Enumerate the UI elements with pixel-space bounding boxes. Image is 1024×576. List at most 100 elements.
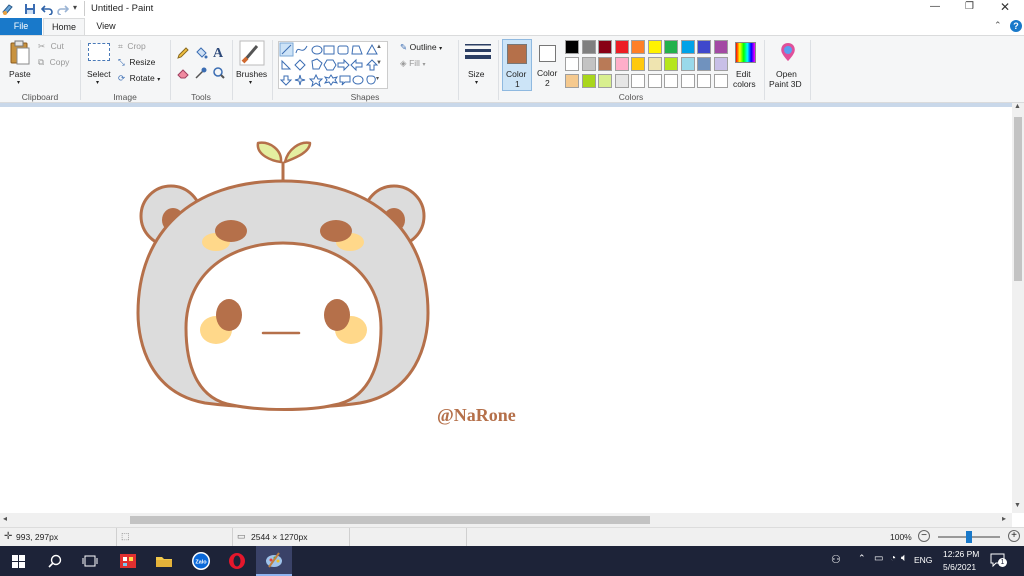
palette-swatch[interactable] [565,57,579,71]
palette-swatch[interactable] [697,57,711,71]
palette-swatch[interactable] [631,57,645,71]
taskbar-app-file-explorer[interactable] [146,546,182,576]
color2-button[interactable]: Color 2 [534,39,562,91]
rotate-button[interactable]: ⟳ Rotate ▾ [118,73,160,84]
taskbar-app-zalo[interactable]: Zalo [183,546,219,576]
fill-button[interactable]: ◈ Fill ▾ [400,58,425,69]
minimize-button[interactable]: — [930,1,940,12]
zoom-slider-thumb[interactable] [966,531,972,543]
palette-swatch[interactable] [697,40,711,54]
restore-button[interactable]: ❐ [965,1,974,12]
palette-swatch[interactable] [713,74,728,88]
network-icon[interactable]: ◔ [890,553,896,564]
palette-swatch[interactable] [581,57,596,71]
text-tool-icon[interactable]: A [212,45,226,59]
resize-button[interactable]: ⤡ Resize [118,57,155,68]
scroll-down-icon[interactable]: ▼ [1014,502,1021,509]
palette-swatch[interactable] [647,40,662,54]
drawing-canvas[interactable]: @NaRone [0,103,1012,513]
magnifier-icon[interactable] [212,66,226,80]
tab-view[interactable]: View [86,18,126,35]
crop-button[interactable]: ⌗ Crop [118,41,146,52]
horizontal-scrollbar[interactable]: ◂ ▸ [0,513,1012,527]
save-icon[interactable] [24,3,36,15]
outline-button[interactable]: ✎ Outline ▾ [400,42,442,53]
zoom-out-button[interactable]: − [918,530,930,542]
fill-bucket-icon[interactable] [194,46,208,60]
scroll-left-icon[interactable]: ◂ [3,514,7,523]
battery-icon[interactable]: ▭ [874,553,883,564]
taskbar-app-photos[interactable] [110,546,146,576]
shapes-scroll-up-icon[interactable]: ▲ [376,44,382,50]
people-icon[interactable]: ⚇ [831,553,841,566]
palette-swatch[interactable] [680,74,695,88]
color-picker-icon[interactable] [194,66,208,80]
palette-swatch[interactable] [664,40,678,54]
copy-button[interactable]: ⧉ Copy [38,57,69,68]
palette-swatch[interactable] [680,40,695,54]
taskbar-app-paint[interactable] [256,546,292,576]
palette-swatch[interactable] [713,57,728,71]
size-button[interactable]: Size ▾ [462,40,494,92]
open-paint3d-button[interactable]: Open Paint 3D [768,40,808,92]
zoom-slider[interactable] [938,531,1000,543]
palette-swatch[interactable] [598,74,612,88]
vertical-scroll-thumb[interactable] [1014,117,1022,281]
clock-time[interactable]: 12:26 PM [943,549,979,559]
brushes-button[interactable]: Brushes ▾ [235,40,269,88]
volume-icon[interactable]: 🔈︎ [901,552,908,565]
help-icon[interactable]: ? [1010,20,1022,32]
scroll-up-icon[interactable]: ▲ [1014,103,1021,110]
search-button[interactable] [37,546,73,576]
shapes-expand-icon[interactable]: ▾ [376,75,379,82]
horizontal-scroll-thumb[interactable] [130,516,650,524]
tab-home[interactable]: Home [43,18,85,35]
taskbar-app-opera[interactable] [219,546,255,576]
cut-button[interactable]: ✂ Cut [38,41,64,52]
redo-icon[interactable] [57,3,69,15]
paint-app-icon[interactable] [1,2,15,16]
tab-file[interactable]: File [0,18,42,35]
paste-button[interactable]: Paste ▾ [6,40,34,88]
undo-icon[interactable] [41,3,53,15]
palette-swatch[interactable] [581,74,596,88]
scroll-right-icon[interactable]: ▸ [1002,514,1006,523]
task-view-button[interactable] [72,546,108,576]
edit-colors-button[interactable]: Edit colors [732,40,760,92]
palette-swatch[interactable] [664,74,678,88]
eraser-icon[interactable] [176,66,190,80]
palette-swatch[interactable] [581,40,596,54]
language-indicator[interactable]: ENG [914,555,932,565]
palette-swatch[interactable] [713,40,728,54]
palette-swatch[interactable] [565,40,579,54]
palette-swatch[interactable] [614,40,629,54]
zoom-in-button[interactable]: + [1008,530,1020,542]
customize-qat-icon[interactable]: ▾ [73,3,77,12]
collapse-ribbon-icon[interactable]: ⌃ [994,20,1002,31]
start-button[interactable] [0,546,36,576]
zalo-icon: Zalo [192,552,210,570]
palette-swatch[interactable] [598,57,612,71]
palette-swatch[interactable] [631,40,645,54]
vertical-scrollbar[interactable]: ▲ ▼ [1012,103,1024,513]
clock-date[interactable]: 5/6/2021 [943,562,976,572]
sprout-right-leaf [283,141,312,164]
select-button[interactable]: Select ▾ [84,40,114,88]
shapes-gallery[interactable]: ▲ ▼ ▾ [278,41,388,89]
palette-swatch[interactable] [680,57,695,71]
palette-swatch[interactable] [647,57,662,71]
palette-swatch[interactable] [614,57,629,71]
palette-swatch[interactable] [664,57,678,71]
palette-swatch[interactable] [565,74,579,88]
palette-swatch[interactable] [598,40,612,54]
color1-button[interactable]: Color 1 [502,39,532,91]
action-center-button[interactable]: 1 [990,553,1007,568]
pencil-icon[interactable] [176,46,190,60]
palette-swatch[interactable] [631,74,645,88]
palette-swatch[interactable] [697,74,711,88]
palette-swatch[interactable] [614,74,629,88]
close-button[interactable]: ✕ [1000,0,1010,14]
shapes-scroll-down-icon[interactable]: ▼ [376,60,382,66]
palette-swatch[interactable] [647,74,662,88]
show-hidden-icons-icon[interactable]: ⌃ [858,553,866,564]
